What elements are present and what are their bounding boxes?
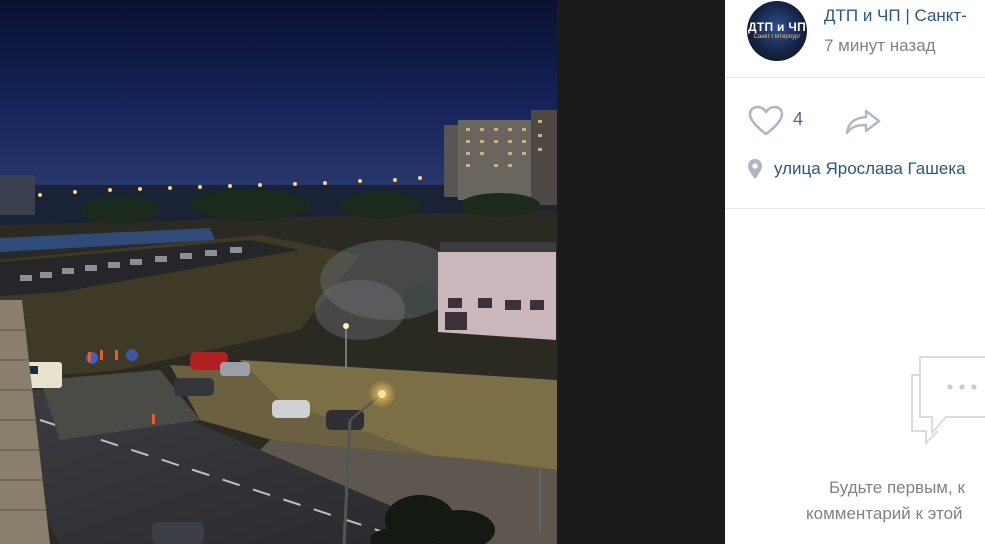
post-side-panel: ДТП и ЧП Санкт-Петербург ДТП и ЧП | Санк… xyxy=(725,0,985,544)
post-location[interactable]: улица Ярослава Гашека xyxy=(747,158,985,182)
night-street-photo xyxy=(0,0,557,544)
chat-bubble-icon xyxy=(911,356,985,446)
share-button[interactable] xyxy=(844,108,882,136)
like-count: 4 xyxy=(793,109,804,129)
author-name-link[interactable]: ДТП и ЧП | Санкт- xyxy=(824,6,967,26)
empty-comments-text-line2: комментарий к этой xyxy=(806,504,963,523)
empty-comments-text-line1: Будьте первым, к xyxy=(829,478,965,497)
location-link[interactable]: улица Ярослава Гашека xyxy=(774,159,966,179)
like-button[interactable]: 4 xyxy=(748,103,818,139)
post-timestamp[interactable]: 7 минут назад xyxy=(824,36,936,56)
heart-outline-icon xyxy=(748,105,784,136)
avatar[interactable]: ДТП и ЧП Санкт-Петербург xyxy=(747,1,807,61)
avatar-title: ДТП и ЧП xyxy=(747,20,806,34)
map-pin-icon xyxy=(748,159,762,179)
avatar-subtitle: Санкт-Петербург xyxy=(753,34,801,40)
post-header: ДТП и ЧП Санкт-Петербург ДТП и ЧП | Санк… xyxy=(725,0,985,78)
photo-viewer-backdrop xyxy=(557,0,725,544)
share-arrow-icon xyxy=(845,109,881,135)
comments-empty-state: Будьте первым, к комментарий к этой xyxy=(725,209,985,544)
post-photo[interactable] xyxy=(0,0,557,544)
post-actions: 4 улица Ярослава Гашека xyxy=(725,78,985,209)
